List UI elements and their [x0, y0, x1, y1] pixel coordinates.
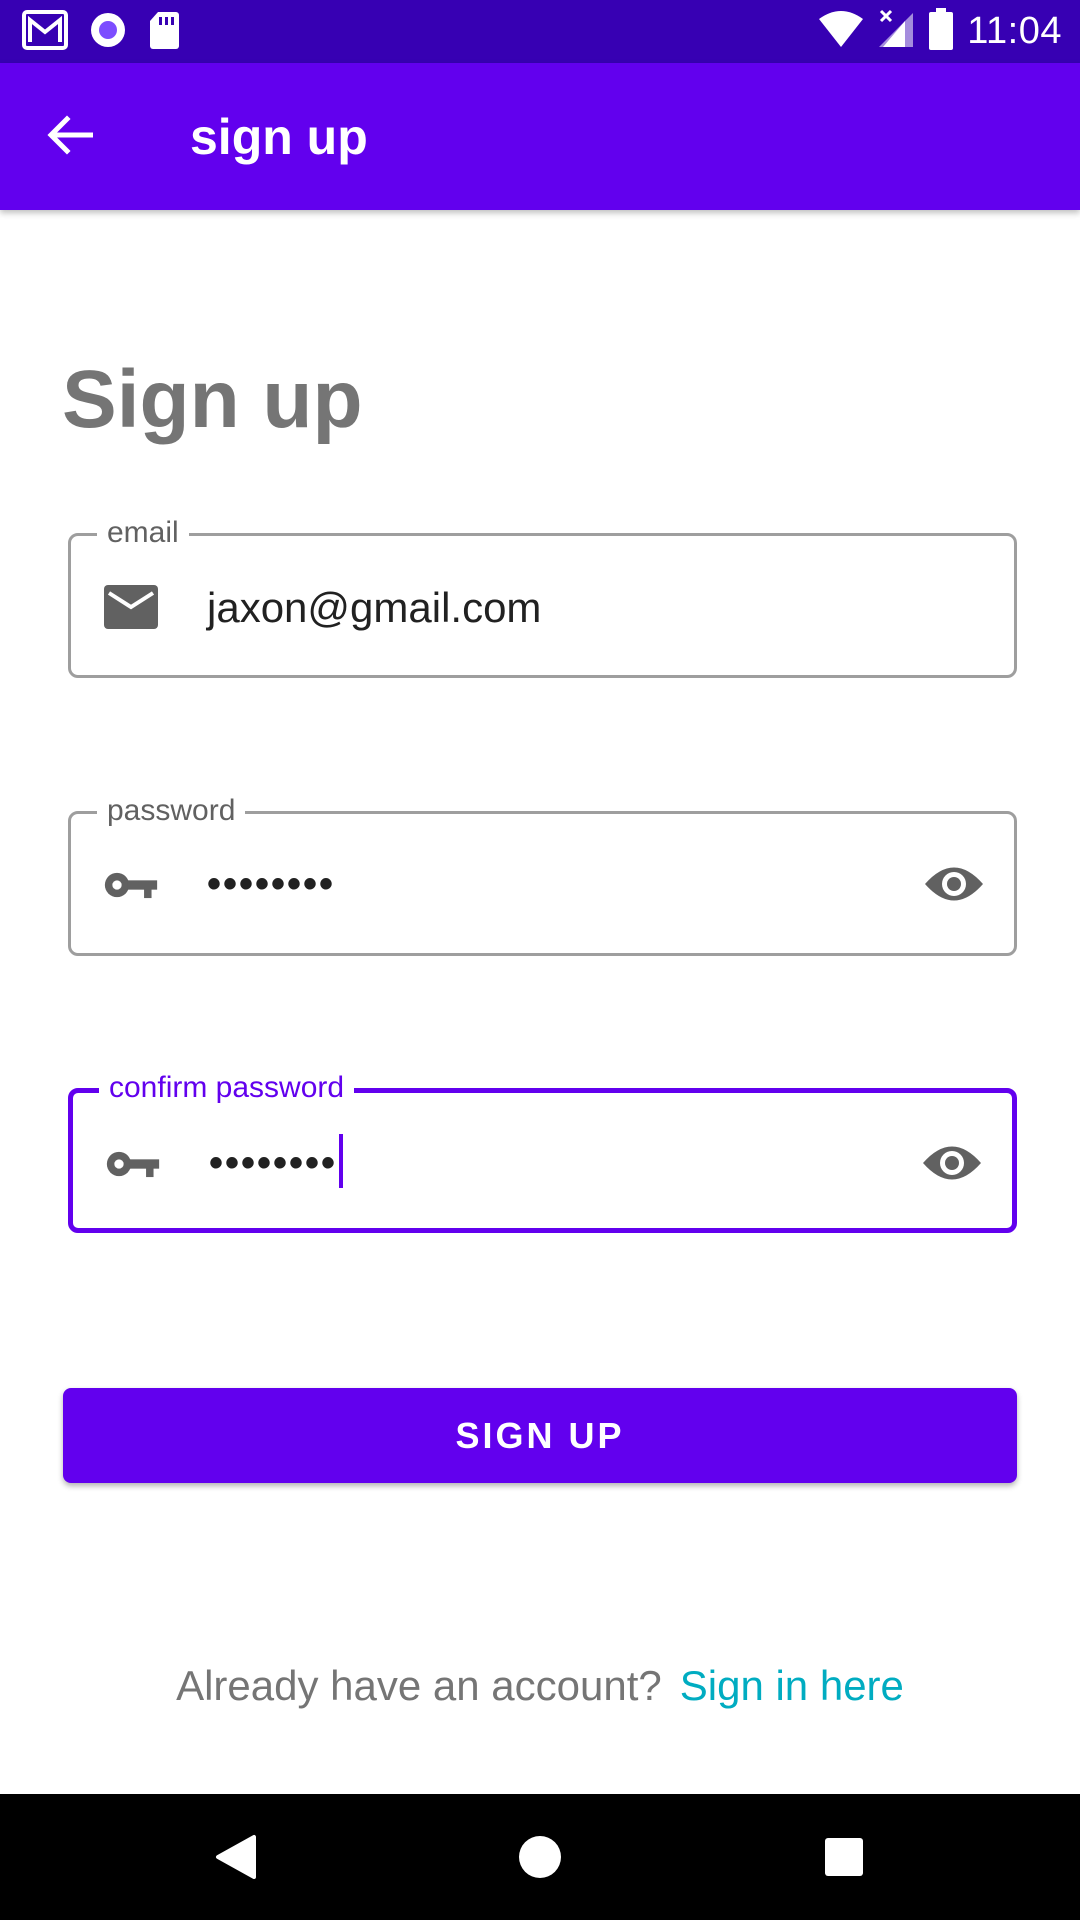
sign-in-prompt-text: Already have an account? — [176, 1662, 662, 1709]
status-left-icons — [22, 9, 180, 55]
home-circle-icon[interactable] — [507, 1824, 573, 1890]
sign-in-prompt: Already have an account? Sign in here — [0, 1658, 1080, 1714]
sign-up-button[interactable]: SIGN UP — [63, 1388, 1017, 1483]
email-field-value: jaxon@gmail.com — [207, 584, 542, 631]
email-field-label: email — [97, 514, 189, 552]
app-bar: sign up — [0, 63, 1080, 210]
confirm-password-field-value: •••••••• — [209, 1134, 344, 1189]
record-icon — [88, 10, 128, 55]
wifi-icon — [817, 9, 865, 54]
email-field[interactable]: email jaxon@gmail.com — [68, 514, 1017, 678]
password-field-value: •••••••• — [207, 862, 336, 906]
text-cursor — [339, 1134, 344, 1189]
battery-icon — [929, 7, 954, 55]
password-field-label: password — [97, 792, 246, 830]
sign-in-link[interactable]: Sign in here — [680, 1662, 904, 1709]
page-title: Sign up — [62, 354, 363, 445]
confirm-password-field[interactable]: confirm password •••••••• — [68, 1069, 1017, 1233]
gmail-icon — [22, 9, 68, 55]
status-bar: 11:04 — [0, 0, 1080, 63]
back-button[interactable] — [40, 107, 100, 167]
back-triangle-icon[interactable] — [203, 1824, 269, 1890]
status-time: 11:04 — [967, 9, 1062, 52]
status-right-icons: 11:04 — [817, 7, 1062, 55]
sd-card-icon — [148, 10, 180, 55]
arrow-back-icon — [47, 114, 94, 160]
signal-icon — [879, 9, 915, 54]
key-icon — [105, 1139, 161, 1189]
key-icon — [103, 860, 159, 910]
eye-icon[interactable] — [920, 1135, 984, 1191]
app-bar-title: sign up — [190, 109, 368, 165]
navigation-bar — [0, 1794, 1080, 1920]
password-field[interactable]: password •••••••• — [68, 792, 1017, 956]
email-icon — [103, 582, 159, 632]
confirm-password-field-label: confirm password — [99, 1069, 355, 1107]
confirm-password-dots: •••••••• — [209, 1141, 338, 1185]
eye-icon[interactable] — [922, 856, 986, 912]
recents-square-icon[interactable] — [811, 1824, 877, 1890]
